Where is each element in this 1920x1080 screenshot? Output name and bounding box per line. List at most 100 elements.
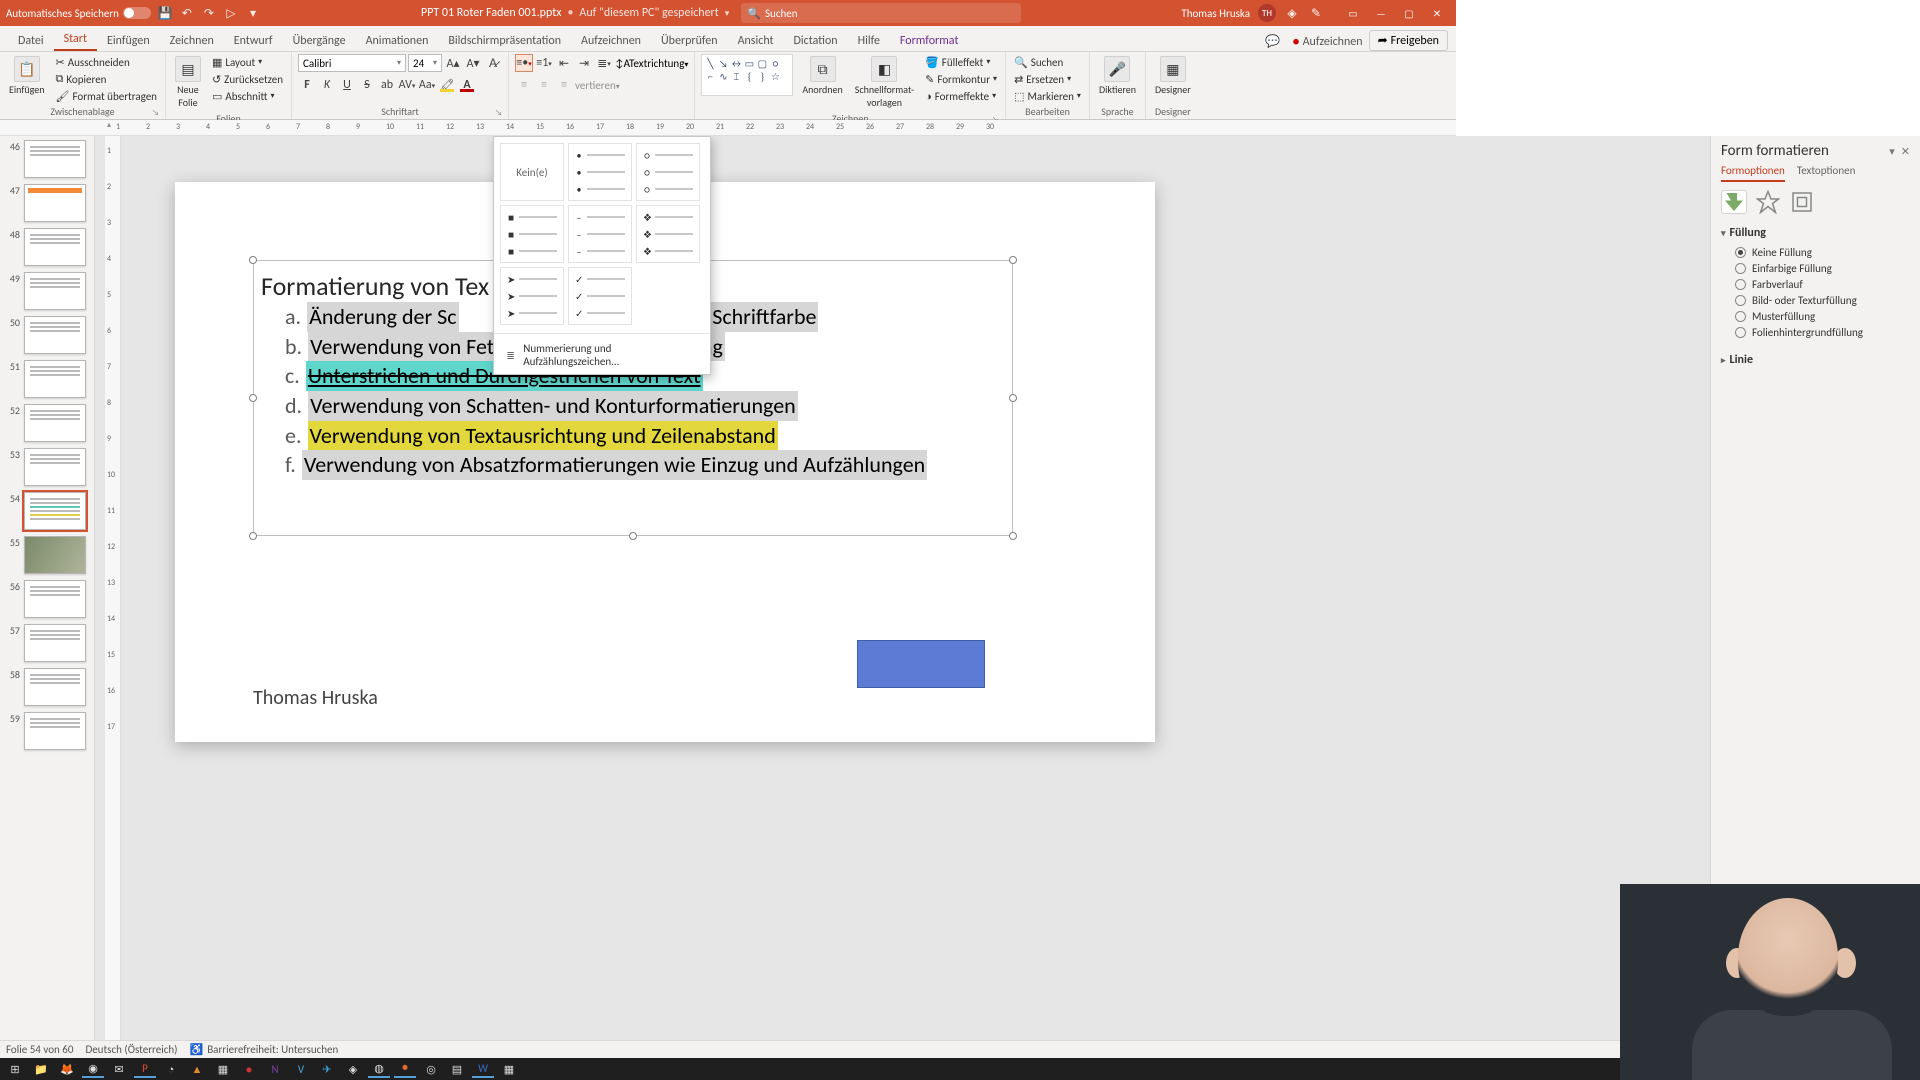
thumbnail-slide[interactable] xyxy=(24,448,86,486)
undo-icon[interactable]: ↶ xyxy=(179,5,195,21)
obs-icon[interactable]: ◍ xyxy=(368,1060,390,1078)
shape-fill-button[interactable]: 🪣Fülleffekt▾ xyxy=(923,54,999,70)
resize-handle[interactable] xyxy=(1009,394,1017,402)
tab-review[interactable]: Überprüfen xyxy=(651,31,728,51)
layout-button[interactable]: ▦Layout▾ xyxy=(210,54,285,70)
bullet-option-none[interactable]: Kein(e) xyxy=(500,143,564,201)
list-text[interactable]: Änderung der Sc xyxy=(307,302,458,332)
chevron-down-icon[interactable]: ▾ xyxy=(725,8,730,19)
shape-line-icon[interactable]: ╲ xyxy=(704,57,716,69)
slide-counter[interactable]: Folie 54 von 60 xyxy=(6,1043,73,1056)
user-avatar[interactable]: TH xyxy=(1258,4,1276,22)
resize-handle[interactable] xyxy=(1009,256,1017,264)
thumbnail-item[interactable]: 54 xyxy=(4,492,90,530)
thumbnail-item[interactable]: 51 xyxy=(4,360,90,398)
user-name[interactable]: Thomas Hruska xyxy=(1181,7,1250,20)
shape-curve-icon[interactable]: ∿ xyxy=(717,70,729,82)
thumbnail-item[interactable]: 49 xyxy=(4,272,90,310)
tab-file[interactable]: Datei xyxy=(8,31,54,51)
paste-button[interactable]: 📋 Einfügen xyxy=(6,54,48,98)
resize-handle[interactable] xyxy=(249,256,257,264)
redo-icon[interactable]: ↷ xyxy=(201,5,217,21)
decrease-indent-icon[interactable]: ⇤ xyxy=(555,54,573,72)
thumbnail-item[interactable]: 57 xyxy=(4,624,90,662)
start-button-icon[interactable]: ⊞ xyxy=(4,1060,26,1078)
app-icon[interactable]: ◔ xyxy=(160,1060,182,1078)
rectangle-shape[interactable] xyxy=(857,640,985,688)
app-icon[interactable]: ◎ xyxy=(420,1060,442,1078)
radio-gradient-fill[interactable]: Farbverlauf xyxy=(1735,278,1910,291)
bullet-option-dash[interactable]: ––– xyxy=(568,205,632,263)
align-right-icon[interactable]: ≡ xyxy=(555,76,573,94)
font-color-icon[interactable]: A xyxy=(458,76,476,94)
radio-pattern-fill[interactable]: Musterfüllung xyxy=(1735,310,1910,323)
tab-slideshow[interactable]: Bildschirmpräsentation xyxy=(438,31,571,51)
shadow-icon[interactable]: ab xyxy=(378,76,396,94)
tab-draw[interactable]: Zeichnen xyxy=(160,31,224,51)
tab-help[interactable]: Hilfe xyxy=(848,31,890,51)
thumbnail-item[interactable]: 50 xyxy=(4,316,90,354)
outlook-icon[interactable]: ✉ xyxy=(108,1060,130,1078)
decrease-font-icon[interactable]: A▾ xyxy=(464,54,482,72)
language-indicator[interactable]: Deutsch (Österreich) xyxy=(85,1043,177,1056)
coming-soon-icon[interactable]: ◈ xyxy=(1284,5,1300,21)
thumbnail-slide[interactable] xyxy=(24,316,86,354)
firefox-icon[interactable]: 🦊 xyxy=(56,1060,78,1078)
designer-button[interactable]: ▦ Designer xyxy=(1152,54,1194,98)
app-icon[interactable]: ● xyxy=(238,1060,260,1078)
thumbnail-slide[interactable] xyxy=(24,492,86,530)
bullet-option-circle[interactable]: ○○○ xyxy=(636,143,700,201)
chrome-icon[interactable]: ◉ xyxy=(82,1060,104,1078)
thumbnail-slide[interactable] xyxy=(24,140,86,178)
thumbnail-slide[interactable] xyxy=(24,184,86,222)
line-spacing-icon[interactable]: ≣▾ xyxy=(595,54,613,72)
bullet-option-diamond[interactable]: ❖❖❖ xyxy=(636,205,700,263)
font-name-select[interactable]: Calibri▾ xyxy=(298,54,406,72)
bullets-icon[interactable]: ≡•▾ xyxy=(515,54,533,72)
slide-title-text[interactable]: Formatierung von Tex xyxy=(261,270,489,302)
word-icon[interactable]: W xyxy=(472,1060,494,1078)
shape-outline-button[interactable]: ✎Formkontur▾ xyxy=(923,71,999,87)
tab-animations[interactable]: Animationen xyxy=(356,31,439,51)
maximize-icon[interactable]: ▢ xyxy=(1396,3,1422,23)
list-text[interactable]: Verwendung von Textausrichtung und Zeile… xyxy=(308,421,778,451)
powerpoint-icon[interactable]: P xyxy=(134,1060,156,1078)
close-icon[interactable]: ✕ xyxy=(1424,3,1450,23)
thumbnail-slide[interactable] xyxy=(24,536,86,574)
radio-no-fill[interactable]: Keine Füllung xyxy=(1735,246,1910,259)
toggle-switch[interactable] xyxy=(123,7,151,19)
bullet-option-check[interactable]: ✓✓✓ xyxy=(568,267,632,325)
section-button[interactable]: ▭Abschnitt▾ xyxy=(210,88,285,104)
shape-brace-l-icon[interactable]: { xyxy=(743,70,755,82)
slide-canvas[interactable]: 1234567891011121314151617 Formatierung v… xyxy=(95,136,1710,1058)
numbering-icon[interactable]: ≡1▾ xyxy=(535,54,553,72)
replace-button[interactable]: ⇄Ersetzen▾ xyxy=(1012,71,1083,87)
minimize-icon[interactable]: — xyxy=(1368,3,1394,23)
strikethrough-icon[interactable]: S xyxy=(358,76,376,94)
format-painter-button[interactable]: 🖌Format übertragen xyxy=(54,88,159,104)
shape-rect-icon[interactable]: ▭ xyxy=(743,57,755,69)
list-text[interactable]: Verwendung von Absatzformatierungen wie … xyxy=(302,450,927,480)
shape-line-arrow-icon[interactable]: ↘ xyxy=(717,57,729,69)
tab-design[interactable]: Entwurf xyxy=(224,31,283,51)
scroll-up-icon[interactable]: ▴ xyxy=(104,120,114,130)
italic-icon[interactable]: K xyxy=(318,76,336,94)
tab-dictation[interactable]: Dictation xyxy=(784,31,848,51)
thumbnail-slide[interactable] xyxy=(24,228,86,266)
app-icon[interactable]: ▤ xyxy=(446,1060,468,1078)
bold-icon[interactable]: F xyxy=(298,76,316,94)
thumbnail-item[interactable]: 48 xyxy=(4,228,90,266)
start-from-beginning-icon[interactable]: ▷ xyxy=(223,5,239,21)
arrange-button[interactable]: ⧉ Anordnen xyxy=(799,54,845,98)
resize-handle[interactable] xyxy=(249,394,257,402)
dictate-button[interactable]: 🎤 Diktieren xyxy=(1096,54,1139,98)
clear-formatting-icon[interactable]: A̷ xyxy=(484,54,502,72)
resize-handle[interactable] xyxy=(249,532,257,540)
shape-elbow-icon[interactable]: ⌐ xyxy=(704,70,716,82)
copy-button[interactable]: ⧉Kopieren xyxy=(54,71,159,87)
align-left-icon[interactable]: ≡ xyxy=(515,76,533,94)
qat-more-icon[interactable]: ▾ xyxy=(245,5,261,21)
dialog-launcher-icon[interactable]: ↘ xyxy=(495,108,502,118)
record-button[interactable]: ●Aufzeichnen xyxy=(1286,33,1368,51)
share-button[interactable]: ➦Freigeben xyxy=(1369,30,1448,51)
